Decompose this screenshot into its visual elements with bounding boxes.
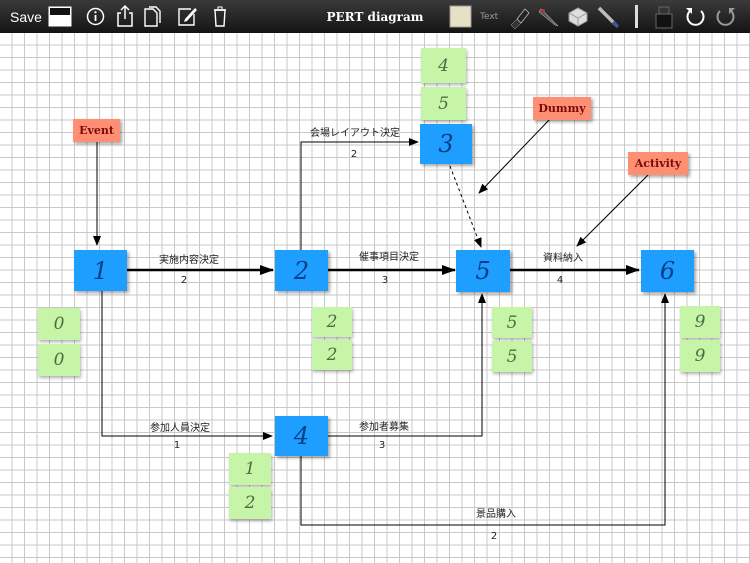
note-6-earliest[interactable]: 9	[680, 306, 720, 338]
edge-1-4[interactable]	[101, 291, 273, 440]
note-1-latest[interactable]: 0	[38, 344, 80, 376]
edge-2-5-duration: 3	[382, 275, 388, 286]
node-4[interactable]: 4	[275, 416, 328, 456]
note-4-latest[interactable]: 2	[229, 487, 271, 519]
edge-2-3[interactable]	[300, 138, 419, 250]
note-2-latest[interactable]: 2	[312, 340, 352, 370]
note-1-earliest[interactable]: 0	[38, 308, 80, 340]
node-3[interactable]: 3	[420, 124, 472, 164]
edge-1-4-name: 参加人員決定	[150, 421, 210, 434]
edge-4-6-name: 景品購入	[476, 507, 516, 520]
node-6[interactable]: 6	[641, 250, 694, 292]
node-5[interactable]: 5	[456, 250, 510, 292]
edge-5-6-name: 資料納入	[543, 251, 583, 264]
edge-5-6-duration: 4	[557, 275, 563, 286]
node-1[interactable]: 1	[74, 250, 127, 291]
edge-4-5-name: 参加者募集	[359, 420, 409, 433]
note-3-latest[interactable]: 5	[421, 87, 466, 120]
activity-label[interactable]: Activity	[628, 152, 688, 175]
note-4-earliest[interactable]: 1	[229, 453, 271, 485]
edge-1-4-duration: 1	[174, 440, 180, 451]
note-3-earliest[interactable]: 4	[421, 48, 466, 83]
edge-2-3-name: 会場レイアウト決定	[310, 126, 400, 139]
note-5-earliest[interactable]: 5	[492, 307, 532, 338]
note-5-latest[interactable]: 5	[492, 341, 532, 372]
dummy-pointer	[478, 118, 551, 194]
note-2-earliest[interactable]: 2	[312, 307, 352, 337]
activity-pointer	[576, 174, 649, 247]
dummy-label[interactable]: Dummy	[533, 97, 591, 120]
edge-2-3-duration: 2	[351, 149, 357, 160]
edge-4-6[interactable]	[300, 293, 669, 526]
note-6-latest[interactable]: 9	[680, 340, 720, 372]
edge-1-2-name: 実施内容決定	[159, 253, 219, 266]
edge-4-5-duration: 3	[379, 440, 385, 451]
edge-1-2-duration: 2	[181, 275, 187, 286]
edge-3-5-dummy[interactable]	[449, 165, 482, 248]
edge-4-6-duration: 2	[491, 531, 497, 542]
node-2[interactable]: 2	[275, 250, 328, 291]
event-label[interactable]: Event	[73, 119, 120, 142]
edge-2-5-name: 催事項目決定	[359, 250, 419, 263]
